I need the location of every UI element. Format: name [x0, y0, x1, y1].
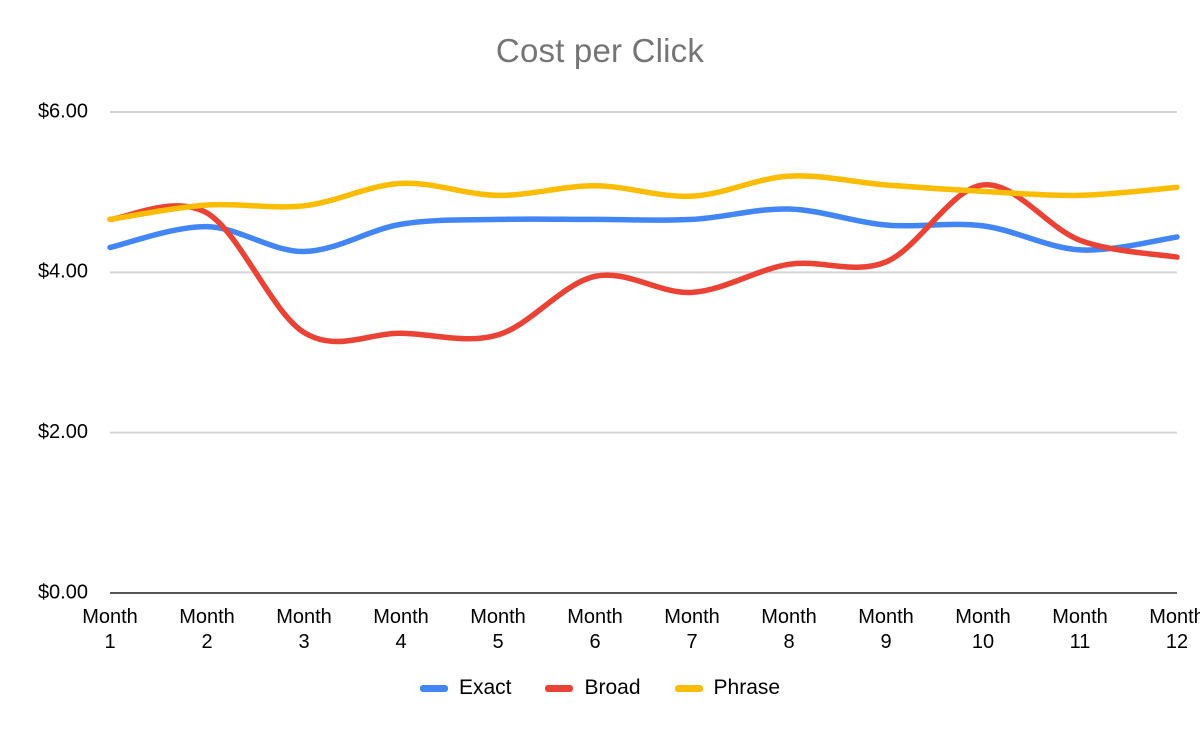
chart-container: Cost per Click $0.00 $2.00 $4.00 $6.00 Mont…: [0, 0, 1200, 742]
y-axis-tick-label: $0.00: [38, 581, 88, 603]
x-axis-tick-label: Month 6: [567, 606, 623, 653]
chart-plot-area: $0.00$2.00$4.00$6.00 Month 1Month 2Month 3M…: [38, 100, 1200, 653]
x-axis-tick-label: Month 2: [179, 606, 235, 653]
legend-label: Exact: [458, 676, 512, 699]
x-axis-tick-label: Month 11: [1052, 606, 1108, 653]
legend-item-exact[interactable]: Exact: [419, 676, 512, 700]
legend-swatch-icon: [674, 684, 703, 692]
legend-label: Broad: [584, 676, 641, 699]
x-axis-tick-label: Month 1: [82, 606, 138, 653]
x-axis-tick-labels: Month 1 Month 2 Month 3 Month 4 Month 5 Month 6 Mont…: [82, 606, 1200, 653]
y-axis-tick-label: $6.00: [38, 100, 88, 122]
legend-swatch-icon: [419, 684, 448, 692]
y-axis-tick-label: $2.00: [38, 421, 88, 443]
y-gridlines: [110, 111, 1177, 594]
y-axis-tick-label: $4.00: [38, 261, 88, 283]
x-axis-tick-label: Month 9: [858, 606, 914, 653]
legend-item-broad[interactable]: Broad: [545, 676, 641, 700]
y-axis-tick-labels: $0.00 $2.00 $4.00 $6.00: [38, 100, 88, 603]
legend-label: Phrase: [713, 676, 781, 699]
x-axis-tick-label: Month 4: [373, 606, 429, 653]
legend-item-phrase[interactable]: Phrase: [674, 676, 781, 700]
x-axis-tick-label: Month 3: [276, 606, 332, 653]
x-axis-tick-label: Month 12: [1149, 606, 1200, 653]
legend-swatch-icon: [545, 684, 574, 692]
chart-legend: Exact Broad Phrase: [0, 676, 1200, 700]
x-axis-tick-label: Month 7: [664, 606, 720, 653]
x-axis-tick-label: Month 8: [761, 606, 817, 653]
data-series-group: [107, 173, 1180, 345]
x-axis-tick-label: Month 5: [470, 606, 526, 653]
x-axis-tick-label: Month 10: [955, 606, 1011, 653]
series-line-exact: [107, 206, 1180, 255]
